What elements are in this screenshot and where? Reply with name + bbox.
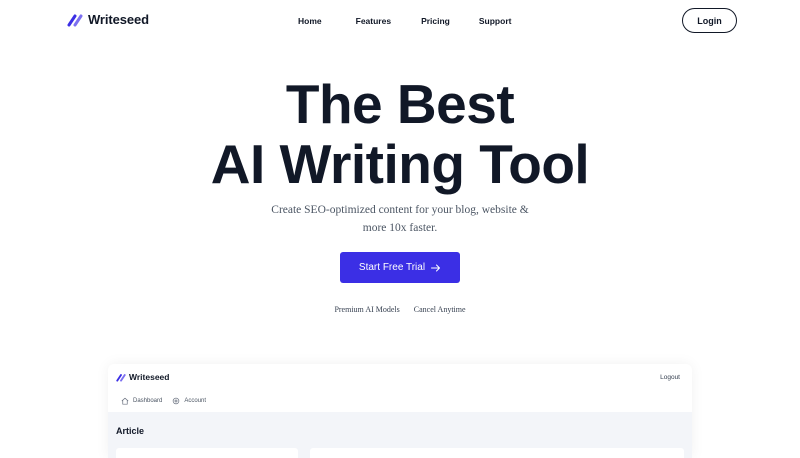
preview-body: Article (108, 412, 692, 458)
arrow-right-icon (431, 264, 441, 271)
preview-brand-name: Writeseed (129, 372, 170, 382)
nav-link-support[interactable]: Support (479, 16, 512, 26)
hero-title-line-2: AI Writing Tool (210, 133, 590, 195)
preview-tab-account[interactable]: Account (172, 397, 206, 405)
login-button[interactable]: Login (682, 8, 737, 33)
preview-card-left (116, 448, 298, 458)
preview-section-title: Article (116, 426, 145, 436)
hero-subtitle: Create SEO-optimized content for your bl… (260, 201, 540, 237)
nav-link-features[interactable]: Features (356, 16, 391, 26)
preview-tabs: Dashboard Account (121, 397, 216, 405)
hero-title: The Best AI Writing Tool (0, 74, 800, 194)
brand-name: Writeseed (88, 12, 149, 27)
brand-logo[interactable]: Writeseed (67, 12, 149, 27)
cta-label: Start Free Trial (358, 262, 426, 273)
preview-tab-dashboard[interactable]: Dashboard (121, 397, 162, 405)
slash-mark-icon (67, 14, 83, 26)
home-icon (121, 397, 129, 405)
feature-premium-ai-models: Premium AI Models (334, 305, 400, 314)
nav-link-home[interactable]: Home (298, 16, 322, 26)
app-preview: Writeseed Logout Dashboard Account Artic… (108, 364, 692, 458)
preview-card-right (310, 448, 684, 458)
feature-cancel-anytime: Cancel Anytime (413, 305, 466, 314)
hero-subtitle-line-2: more 10x faster. (362, 222, 438, 234)
preview-header: Writeseed Logout (108, 364, 692, 392)
gear-icon (173, 397, 180, 405)
top-navigation: Writeseed Home Features Pricing Support … (0, 0, 800, 44)
slash-mark-icon (116, 373, 126, 382)
start-free-trial-button[interactable]: Start Free Trial (340, 252, 460, 283)
nav-links: Home Features Pricing Support (298, 16, 511, 26)
feature-highlights: Premium AI Models Cancel Anytime (0, 305, 800, 314)
preview-logout-link[interactable]: Logout (660, 374, 680, 381)
nav-link-pricing[interactable]: Pricing (421, 16, 450, 26)
preview-tab-account-label: Account (184, 398, 207, 404)
preview-tab-dashboard-label: Dashboard (133, 398, 163, 404)
hero-title-line-1: The Best (285, 73, 515, 135)
preview-brand-logo: Writeseed (116, 372, 169, 382)
hero-subtitle-line-1: Create SEO-optimized content for your bl… (271, 204, 529, 216)
